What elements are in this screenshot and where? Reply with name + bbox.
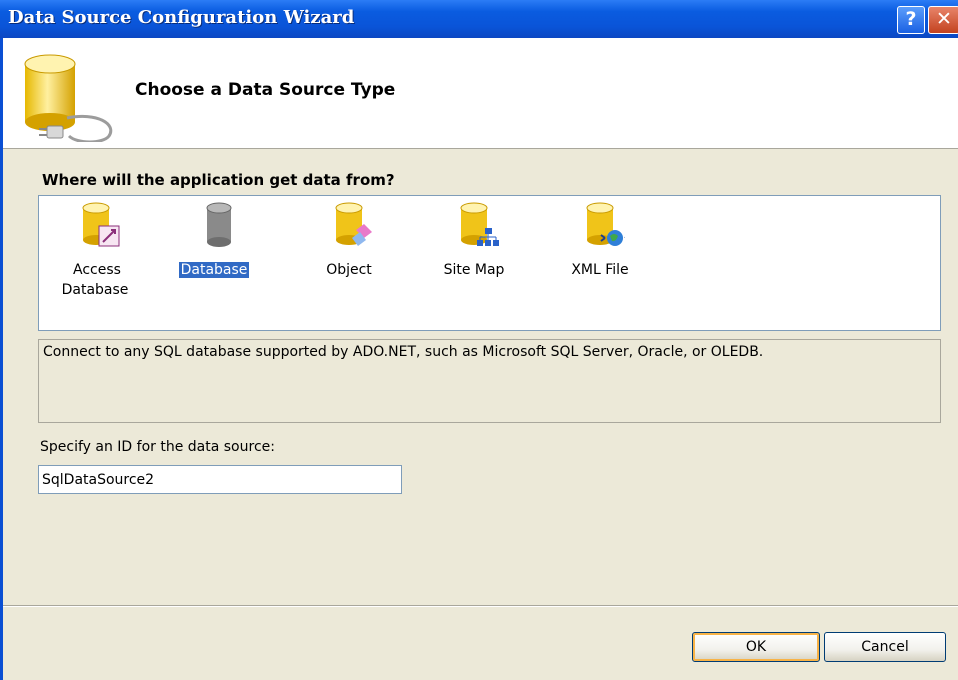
- source-type-description: Connect to any SQL database supported by…: [38, 339, 941, 423]
- wizard-heading: Choose a Data Source Type: [135, 80, 396, 100]
- footer-divider: [3, 605, 958, 607]
- source-prompt: Where will the application get data from…: [42, 171, 395, 189]
- source-type-label: Database: [177, 261, 251, 279]
- source-type-label: Access Database: [61, 262, 129, 298]
- wizard-header: Choose a Data Source Type: [3, 38, 958, 149]
- data-source-id-input[interactable]: [38, 465, 402, 494]
- window-title: Data Source Configuration Wizard: [8, 7, 355, 28]
- close-icon: ✕: [936, 8, 952, 30]
- source-type-label: Site Map: [443, 262, 505, 278]
- xml-file-icon: [586, 202, 625, 246]
- access-database-icon: [82, 202, 120, 247]
- close-button[interactable]: ✕: [928, 6, 958, 34]
- object-icon: [335, 202, 372, 246]
- cancel-button[interactable]: Cancel: [824, 632, 946, 662]
- help-icon: ?: [905, 8, 917, 30]
- title-bar[interactable]: Data Source Configuration Wizard ? ✕: [0, 0, 958, 38]
- source-type-label: XML File: [571, 262, 629, 278]
- source-type-label: Object: [326, 262, 372, 278]
- id-field-label: Specify an ID for the data source:: [40, 439, 275, 455]
- ok-button[interactable]: OK: [692, 632, 820, 662]
- help-button[interactable]: ?: [897, 6, 925, 34]
- database-icon: [206, 202, 232, 247]
- site-map-icon: [460, 202, 499, 246]
- data-source-type-list[interactable]: Access Database Database Object Site Map…: [38, 195, 941, 331]
- database-plug-icon: [24, 54, 113, 142]
